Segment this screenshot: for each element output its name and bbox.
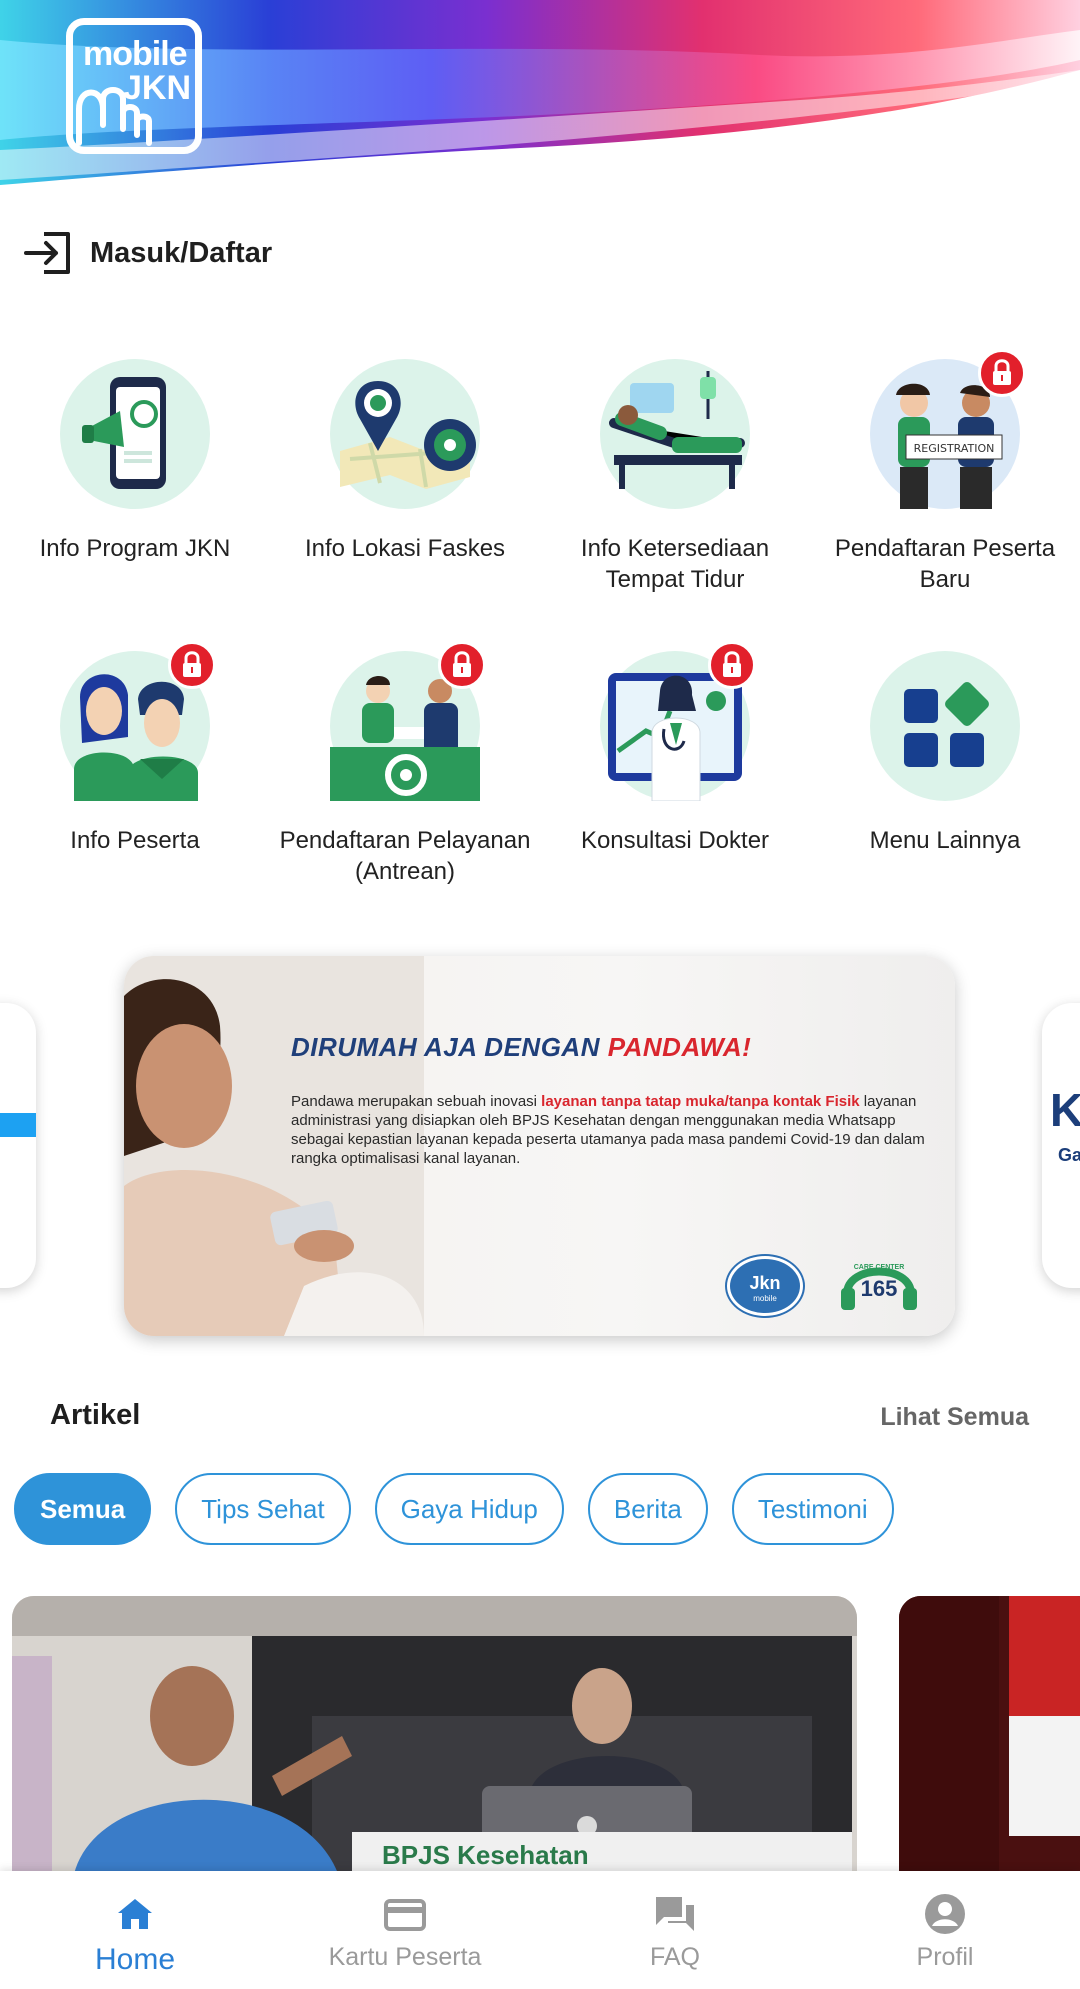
banner-title-part1: DIRUMAH AJA DENGAN	[291, 1032, 608, 1062]
megaphone-phone-icon	[82, 377, 166, 489]
menu-item-info-peserta[interactable]: Info Peserta	[0, 641, 270, 856]
article-category-chips: Semua Tips Sehat Gaya Hidup Berita Testi…	[14, 1473, 894, 1545]
care-center-badge: CARE CENTER 165	[839, 1254, 919, 1316]
chat-icon	[656, 1897, 694, 1931]
grid-more-icon	[904, 682, 989, 767]
next-card-letter: K	[1050, 1084, 1080, 1136]
lock-badge	[438, 641, 486, 689]
nav-faq[interactable]: FAQ	[540, 1871, 810, 1989]
login-register-button[interactable]: Masuk/Daftar	[22, 226, 272, 280]
see-all-link[interactable]: Lihat Semua	[880, 1403, 1029, 1432]
menu-label: Info Lokasi Faskes	[304, 535, 506, 562]
menu-label: Info Program JKN	[39, 535, 231, 562]
banner-pandawa[interactable]: DIRUMAH AJA DENGAN PANDAWA! Pandawa meru…	[124, 956, 955, 1336]
home-icon	[118, 1899, 152, 1929]
chip-tips-sehat[interactable]: Tips Sehat	[175, 1473, 351, 1545]
lock-badge	[978, 349, 1026, 397]
menu-label: Konsultasi Dokter	[580, 827, 770, 854]
nav-label: FAQ	[649, 1943, 700, 1971]
banner-stripe	[0, 1113, 36, 1137]
menu-item-pendaftaran-pelayanan-antrean[interactable]: Pendaftaran Pelayanan (Antrean)	[270, 641, 540, 887]
banner-title-part2: PANDAWA!	[607, 1032, 752, 1062]
menu-icon-circle	[60, 641, 216, 801]
banner-next-card[interactable]: K Ga	[1042, 1003, 1080, 1288]
hospital-bed-icon	[609, 371, 745, 489]
menu-item-info-program-jkn[interactable]: Info Program JKN	[0, 359, 270, 564]
chip-semua[interactable]: Semua	[14, 1473, 152, 1545]
menu-item-konsultasi-dokter[interactable]: Konsultasi Dokter	[540, 641, 810, 856]
logo-hand-icon	[76, 87, 152, 146]
care-center-number: 165	[860, 1276, 898, 1301]
banner-previous-card[interactable]	[0, 1003, 36, 1288]
banner-title: DIRUMAH AJA DENGAN PANDAWA!	[291, 1032, 751, 1063]
lock-icon	[993, 359, 1011, 385]
menu-label: Menu Lainnya	[869, 827, 1021, 854]
banner-body: Pandawa merupakan sebuah inovasi layanan…	[291, 1092, 951, 1168]
menu-icon-circle	[600, 641, 756, 801]
chip-testimoni[interactable]: Testimoni	[731, 1473, 894, 1545]
login-register-label: Masuk/Daftar	[90, 236, 273, 269]
banner-body-text: Pandawa merupakan sebuah inovasi	[291, 1093, 542, 1110]
lock-icon	[723, 651, 741, 677]
articles-title: Artikel	[50, 1399, 141, 1431]
nav-label: Home	[94, 1943, 176, 1976]
care-center-label: CARE CENTER	[853, 1264, 905, 1271]
card-icon	[384, 1899, 426, 1931]
menu-label: Info Ketersediaan Tempat Tidur	[580, 535, 770, 593]
login-icon	[24, 232, 70, 274]
menu-label: Pendaftaran Pelayanan (Antrean)	[279, 827, 531, 885]
menu-icon-circle	[870, 651, 1020, 801]
menu-label: Info Peserta	[70, 827, 200, 854]
nav-kartu-peserta[interactable]: Kartu Peserta	[270, 1871, 540, 1989]
mobile-jkn-logo: mobile JKN	[66, 18, 202, 154]
jkn-mobile-badge: Jkn mobile	[727, 1256, 803, 1316]
jkn-badge-subtext: mobile	[753, 1294, 777, 1303]
map-location-icon	[340, 381, 476, 489]
article-photo-2	[899, 1596, 1080, 1886]
jkn-badge-text: Jkn	[749, 1273, 781, 1293]
nav-label: Kartu Peserta	[328, 1943, 482, 1971]
profile-icon	[925, 1894, 965, 1934]
bottom-navigation: Home Kartu Peserta FAQ Profil	[0, 1871, 1080, 1989]
lock-badge	[708, 641, 756, 689]
lock-icon	[183, 651, 201, 677]
nav-profil[interactable]: Profil	[810, 1871, 1080, 1989]
menu-icon-circle	[600, 359, 750, 509]
lock-icon	[453, 651, 471, 677]
banner-body-highlight: layanan tanpa tatap muka/tanpa kontak Fi…	[541, 1093, 860, 1110]
menu-item-pendaftaran-peserta-baru[interactable]: REGISTRATION Pendaftaran Peserta Baru	[810, 349, 1080, 595]
menu-icon-circle: REGISTRATION	[870, 349, 1026, 509]
nav-home[interactable]: Home	[0, 1871, 270, 1989]
nav-label: Profil	[916, 1943, 974, 1971]
svg-text:REGISTRATION: REGISTRATION	[914, 442, 995, 455]
chip-gaya-hidup[interactable]: Gaya Hidup	[374, 1473, 564, 1545]
article-sign-text: BPJS Kesehatan	[382, 1840, 589, 1870]
app-header: mobile JKN	[0, 0, 1080, 200]
menu-icon-circle	[330, 641, 486, 801]
chip-berita[interactable]: Berita	[587, 1473, 708, 1545]
lock-badge	[168, 641, 216, 689]
menu-icon-circle	[330, 359, 480, 509]
menu-item-info-lokasi-faskes[interactable]: Info Lokasi Faskes	[270, 359, 540, 564]
article-card-2[interactable]	[899, 1596, 1080, 1886]
menu-item-info-ketersediaan-tempat-tidur[interactable]: Info Ketersediaan Tempat Tidur	[540, 359, 810, 595]
next-card-subtext: Ga	[1058, 1145, 1080, 1165]
article-card[interactable]: BPJS Kesehatan	[12, 1596, 857, 1886]
menu-icon-circle	[60, 359, 210, 509]
menu-item-menu-lainnya[interactable]: Menu Lainnya	[810, 651, 1080, 856]
menu-label: Pendaftaran Peserta Baru	[834, 535, 1056, 593]
